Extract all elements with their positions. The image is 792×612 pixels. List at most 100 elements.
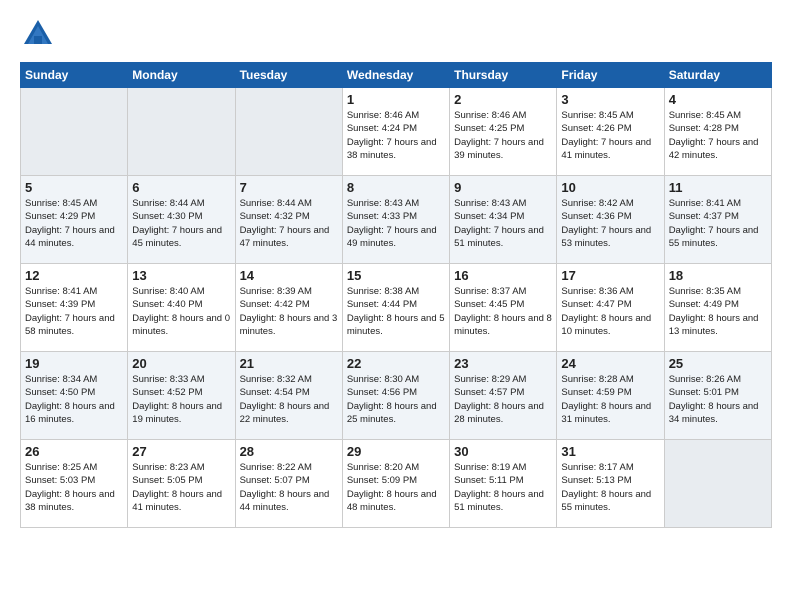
day-number: 9 xyxy=(454,180,552,195)
day-info: Sunrise: 8:19 AM Sunset: 5:11 PM Dayligh… xyxy=(454,461,552,514)
day-info: Sunrise: 8:39 AM Sunset: 4:42 PM Dayligh… xyxy=(240,285,338,338)
day-number: 8 xyxy=(347,180,445,195)
day-info: Sunrise: 8:35 AM Sunset: 4:49 PM Dayligh… xyxy=(669,285,767,338)
day-number: 3 xyxy=(561,92,659,107)
calendar-row-2: 12 Sunrise: 8:41 AM Sunset: 4:39 PM Dayli… xyxy=(21,264,772,352)
calendar-cell: 22 Sunrise: 8:30 AM Sunset: 4:56 PM Dayli… xyxy=(342,352,449,440)
day-info: Sunrise: 8:22 AM Sunset: 5:07 PM Dayligh… xyxy=(240,461,338,514)
calendar-cell: 4 Sunrise: 8:45 AM Sunset: 4:28 PM Daylig… xyxy=(664,88,771,176)
day-number: 5 xyxy=(25,180,123,195)
day-info: Sunrise: 8:26 AM Sunset: 5:01 PM Dayligh… xyxy=(669,373,767,426)
calendar-row-4: 26 Sunrise: 8:25 AM Sunset: 5:03 PM Dayli… xyxy=(21,440,772,528)
day-info: Sunrise: 8:44 AM Sunset: 4:30 PM Dayligh… xyxy=(132,197,230,250)
page: SundayMondayTuesdayWednesdayThursdayFrid… xyxy=(0,0,792,538)
calendar-cell: 2 Sunrise: 8:46 AM Sunset: 4:25 PM Daylig… xyxy=(450,88,557,176)
day-info: Sunrise: 8:29 AM Sunset: 4:57 PM Dayligh… xyxy=(454,373,552,426)
calendar-cell xyxy=(235,88,342,176)
day-info: Sunrise: 8:36 AM Sunset: 4:47 PM Dayligh… xyxy=(561,285,659,338)
day-info: Sunrise: 8:28 AM Sunset: 4:59 PM Dayligh… xyxy=(561,373,659,426)
day-info: Sunrise: 8:38 AM Sunset: 4:44 PM Dayligh… xyxy=(347,285,445,338)
calendar-table: SundayMondayTuesdayWednesdayThursdayFrid… xyxy=(20,62,772,528)
calendar-cell: 16 Sunrise: 8:37 AM Sunset: 4:45 PM Dayli… xyxy=(450,264,557,352)
logo-icon xyxy=(20,16,56,52)
calendar-cell: 26 Sunrise: 8:25 AM Sunset: 5:03 PM Dayli… xyxy=(21,440,128,528)
calendar-cell: 25 Sunrise: 8:26 AM Sunset: 5:01 PM Dayli… xyxy=(664,352,771,440)
weekday-header-saturday: Saturday xyxy=(664,63,771,88)
day-info: Sunrise: 8:20 AM Sunset: 5:09 PM Dayligh… xyxy=(347,461,445,514)
day-info: Sunrise: 8:46 AM Sunset: 4:25 PM Dayligh… xyxy=(454,109,552,162)
calendar-cell: 8 Sunrise: 8:43 AM Sunset: 4:33 PM Daylig… xyxy=(342,176,449,264)
day-info: Sunrise: 8:41 AM Sunset: 4:37 PM Dayligh… xyxy=(669,197,767,250)
day-number: 11 xyxy=(669,180,767,195)
header xyxy=(20,16,772,52)
calendar-cell: 6Sunrise: 8:44 AM Sunset: 4:30 PM Daylig… xyxy=(128,176,235,264)
calendar-cell: 31Sunrise: 8:17 AM Sunset: 5:13 PM Dayli… xyxy=(557,440,664,528)
calendar-cell: 9 Sunrise: 8:43 AM Sunset: 4:34 PM Daylig… xyxy=(450,176,557,264)
day-number: 27 xyxy=(132,444,230,459)
day-info: Sunrise: 8:30 AM Sunset: 4:56 PM Dayligh… xyxy=(347,373,445,426)
weekday-header-tuesday: Tuesday xyxy=(235,63,342,88)
day-number: 26 xyxy=(25,444,123,459)
day-number: 28 xyxy=(240,444,338,459)
calendar-cell: 19 Sunrise: 8:34 AM Sunset: 4:50 PM Dayli… xyxy=(21,352,128,440)
day-info: Sunrise: 8:45 AM Sunset: 4:29 PM Dayligh… xyxy=(25,197,123,250)
day-number: 10 xyxy=(561,180,659,195)
day-info: Sunrise: 8:32 AM Sunset: 4:54 PM Dayligh… xyxy=(240,373,338,426)
day-info: Sunrise: 8:43 AM Sunset: 4:34 PM Dayligh… xyxy=(454,197,552,250)
calendar-cell xyxy=(664,440,771,528)
day-number: 18 xyxy=(669,268,767,283)
calendar-cell xyxy=(128,88,235,176)
day-info: Sunrise: 8:45 AM Sunset: 4:26 PM Dayligh… xyxy=(561,109,659,162)
day-info: Sunrise: 8:33 AM Sunset: 4:52 PM Dayligh… xyxy=(132,373,230,426)
day-info: Sunrise: 8:25 AM Sunset: 5:03 PM Dayligh… xyxy=(25,461,123,514)
day-number: 31 xyxy=(561,444,659,459)
calendar-cell: 23 Sunrise: 8:29 AM Sunset: 4:57 PM Dayli… xyxy=(450,352,557,440)
day-number: 20 xyxy=(132,356,230,371)
calendar-cell: 7 Sunrise: 8:44 AM Sunset: 4:32 PM Daylig… xyxy=(235,176,342,264)
calendar-cell: 13Sunrise: 8:40 AM Sunset: 4:40 PM Dayli… xyxy=(128,264,235,352)
day-number: 2 xyxy=(454,92,552,107)
day-number: 19 xyxy=(25,356,123,371)
day-info: Sunrise: 8:46 AM Sunset: 4:24 PM Dayligh… xyxy=(347,109,445,162)
day-number: 23 xyxy=(454,356,552,371)
day-number: 16 xyxy=(454,268,552,283)
calendar-cell: 29 Sunrise: 8:20 AM Sunset: 5:09 PM Dayli… xyxy=(342,440,449,528)
day-info: Sunrise: 8:45 AM Sunset: 4:28 PM Dayligh… xyxy=(669,109,767,162)
calendar-header-row: SundayMondayTuesdayWednesdayThursdayFrid… xyxy=(21,63,772,88)
day-number: 1 xyxy=(347,92,445,107)
day-info: Sunrise: 8:42 AM Sunset: 4:36 PM Dayligh… xyxy=(561,197,659,250)
day-number: 24 xyxy=(561,356,659,371)
calendar-cell: 27 Sunrise: 8:23 AM Sunset: 5:05 PM Dayli… xyxy=(128,440,235,528)
calendar-cell: 12 Sunrise: 8:41 AM Sunset: 4:39 PM Dayli… xyxy=(21,264,128,352)
day-number: 22 xyxy=(347,356,445,371)
day-info: Sunrise: 8:40 AM Sunset: 4:40 PM Dayligh… xyxy=(132,285,230,338)
day-info: Sunrise: 8:34 AM Sunset: 4:50 PM Dayligh… xyxy=(25,373,123,426)
day-number: 25 xyxy=(669,356,767,371)
calendar-cell: 14 Sunrise: 8:39 AM Sunset: 4:42 PM Dayli… xyxy=(235,264,342,352)
calendar-cell: 24 Sunrise: 8:28 AM Sunset: 4:59 PM Dayli… xyxy=(557,352,664,440)
day-number: 15 xyxy=(347,268,445,283)
day-info: Sunrise: 8:41 AM Sunset: 4:39 PM Dayligh… xyxy=(25,285,123,338)
day-number: 12 xyxy=(25,268,123,283)
calendar-row-1: 5 Sunrise: 8:45 AM Sunset: 4:29 PM Daylig… xyxy=(21,176,772,264)
weekday-header-thursday: Thursday xyxy=(450,63,557,88)
day-info: Sunrise: 8:43 AM Sunset: 4:33 PM Dayligh… xyxy=(347,197,445,250)
calendar-cell: 20 Sunrise: 8:33 AM Sunset: 4:52 PM Dayli… xyxy=(128,352,235,440)
calendar-cell: 10 Sunrise: 8:42 AM Sunset: 4:36 PM Dayli… xyxy=(557,176,664,264)
day-info: Sunrise: 8:44 AM Sunset: 4:32 PM Dayligh… xyxy=(240,197,338,250)
day-number: 30 xyxy=(454,444,552,459)
day-number: 17 xyxy=(561,268,659,283)
day-number: 21 xyxy=(240,356,338,371)
calendar-cell: 1 Sunrise: 8:46 AM Sunset: 4:24 PM Daylig… xyxy=(342,88,449,176)
logo xyxy=(20,16,60,52)
day-number: 29 xyxy=(347,444,445,459)
day-info: Sunrise: 8:37 AM Sunset: 4:45 PM Dayligh… xyxy=(454,285,552,338)
calendar-cell xyxy=(21,88,128,176)
day-number: 4 xyxy=(669,92,767,107)
day-number: 7 xyxy=(240,180,338,195)
calendar-cell: 15 Sunrise: 8:38 AM Sunset: 4:44 PM Dayli… xyxy=(342,264,449,352)
calendar-cell: 17 Sunrise: 8:36 AM Sunset: 4:47 PM Dayli… xyxy=(557,264,664,352)
calendar-cell: 3 Sunrise: 8:45 AM Sunset: 4:26 PM Daylig… xyxy=(557,88,664,176)
day-number: 14 xyxy=(240,268,338,283)
day-info: Sunrise: 8:23 AM Sunset: 5:05 PM Dayligh… xyxy=(132,461,230,514)
